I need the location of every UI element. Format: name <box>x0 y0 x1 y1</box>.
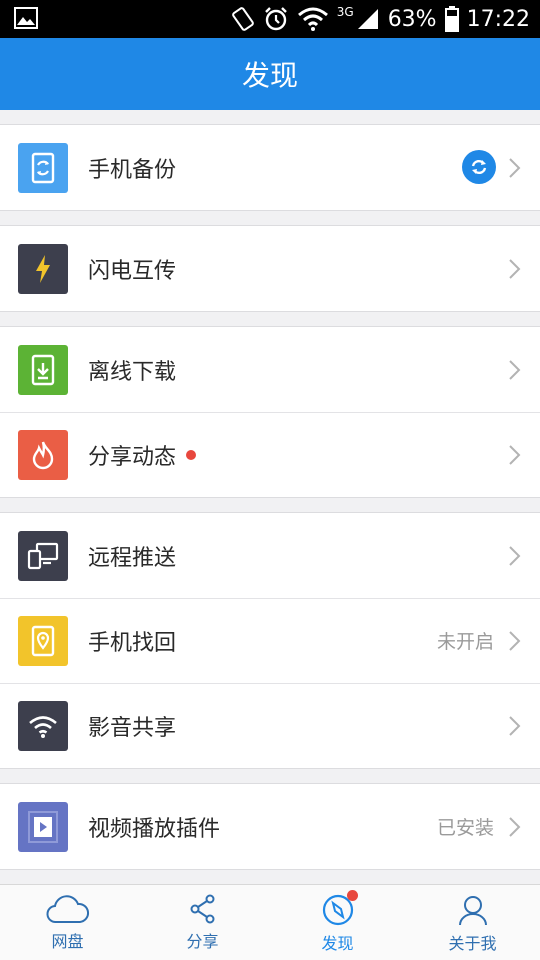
chevron-right-icon <box>509 360 521 380</box>
wifi-icon <box>18 700 68 751</box>
cloud-icon <box>46 895 89 923</box>
signal-icon <box>357 9 378 29</box>
remote-push-item[interactable]: 远程推送 <box>0 513 540 598</box>
video-play-icon <box>18 801 68 852</box>
chevron-right-icon <box>509 817 521 837</box>
share-feed-item[interactable]: 分享动态 <box>0 412 540 497</box>
tab-discover[interactable]: 发现 <box>270 885 405 960</box>
rotate-icon <box>231 7 254 31</box>
tab-label: 分享 <box>186 932 219 951</box>
video-plugin-item[interactable]: 视频播放插件 已安装 <box>0 784 540 869</box>
list-group: 手机备份 <box>0 124 540 211</box>
clock: 17:22 <box>466 6 530 32</box>
wifi-status-icon <box>297 7 328 31</box>
tab-share[interactable]: 分享 <box>135 885 270 960</box>
tab-about-me[interactable]: 关于我 <box>405 885 540 960</box>
lightning-transfer-item[interactable]: 闪电互传 <box>0 226 540 311</box>
list-item-label: 离线下载 <box>88 359 177 385</box>
list-group: 闪电互传 <box>0 225 540 312</box>
phone-backup-item[interactable]: 手机备份 <box>0 125 540 210</box>
list-group: 远程推送 手机找回 未开启 影音共享 <box>0 512 540 769</box>
tab-label: 发现 <box>321 934 354 953</box>
flame-icon <box>18 429 68 480</box>
network-type: 3G <box>336 5 354 19</box>
sync-icon <box>462 150 496 184</box>
location-phone-icon <box>18 615 68 666</box>
share-icon <box>190 894 214 924</box>
notification-dot <box>186 449 197 460</box>
media-sharing-item[interactable]: 影音共享 <box>0 683 540 768</box>
status-text: 已安装 <box>436 817 494 839</box>
list-group: 视频播放插件 已安装 <box>0 783 540 870</box>
discover-list: 手机备份 闪电互传 离线下载 分享动态 远程推送 手机找回 未开启 影音共享 视… <box>0 110 540 884</box>
lightning-icon <box>18 243 68 294</box>
find-phone-item[interactable]: 手机找回 未开启 <box>0 598 540 683</box>
header-bar: 发现 <box>0 38 540 110</box>
status-text: 未开启 <box>436 631 494 653</box>
phone-backup-icon <box>18 142 68 193</box>
chevron-right-icon <box>509 158 521 178</box>
notification-dot <box>347 890 358 901</box>
list-item-label: 手机找回 <box>88 630 177 656</box>
bottom-tab-bar: 网盘 分享 发现 关于我 <box>0 884 540 960</box>
list-item-label: 视频播放插件 <box>88 816 221 842</box>
download-icon <box>18 344 68 395</box>
page-title: 发现 <box>241 59 298 92</box>
chevron-right-icon <box>509 631 521 651</box>
tab-label: 关于我 <box>448 934 497 953</box>
list-item-label: 远程推送 <box>88 545 177 571</box>
tab-label: 网盘 <box>51 932 84 951</box>
image-notification-icon <box>14 7 38 29</box>
offline-download-item[interactable]: 离线下载 <box>0 327 540 412</box>
list-item-label: 分享动态 <box>88 444 177 470</box>
chevron-right-icon <box>509 716 521 736</box>
alarm-icon <box>264 7 287 31</box>
battery-percent: 63% <box>387 6 437 32</box>
chevron-right-icon <box>509 259 521 279</box>
chevron-right-icon <box>509 445 521 465</box>
list-item-label: 影音共享 <box>88 715 177 741</box>
devices-icon <box>18 530 68 581</box>
battery-icon <box>444 6 459 32</box>
list-group: 离线下载 分享动态 <box>0 326 540 498</box>
chevron-right-icon <box>509 546 521 566</box>
status-bar: 3G 63% 17:22 <box>0 0 540 38</box>
list-item-label: 手机备份 <box>88 157 177 183</box>
tab-netdisk[interactable]: 网盘 <box>0 885 135 960</box>
list-item-label: 闪电互传 <box>88 258 177 284</box>
person-icon <box>458 896 487 926</box>
